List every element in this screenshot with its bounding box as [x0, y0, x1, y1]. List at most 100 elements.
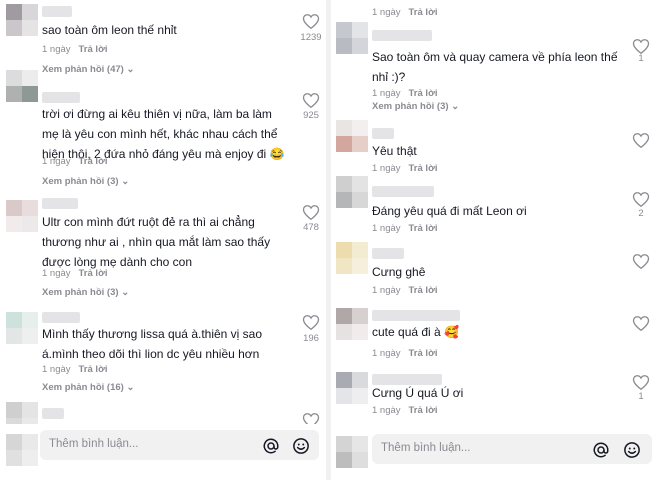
reply-button[interactable]: Trả lời: [409, 163, 438, 174]
comment-text: Ultr con mình đứt ruột đẻ ra thì ai chẳn…: [42, 215, 271, 269]
heart-icon[interactable]: [632, 132, 650, 149]
comment-text: Yêu thật: [372, 144, 417, 158]
chevron-down-icon: ⌄: [121, 176, 130, 187]
comment-time: 1 ngày: [372, 7, 401, 18]
comment-meta: 1 ngày Trả lời: [372, 405, 437, 417]
heart-icon[interactable]: [632, 253, 650, 270]
avatar[interactable]: [336, 242, 368, 274]
emoji-icon[interactable]: [623, 441, 641, 459]
comments-panel-right: 1 ngày Trả lời Sao toàn ôm và quay camera…: [331, 0, 660, 480]
comment-text: Cưng Ú quá Ú ơi: [372, 386, 464, 400]
comments-panel-left: sao toàn ôm leon thế nhỉt 1 ngày Trả lời …: [0, 0, 326, 480]
username[interactable]: [42, 198, 78, 209]
avatar[interactable]: [336, 22, 368, 54]
avatar[interactable]: [6, 70, 38, 102]
comment-meta: 1 ngày Trả lời: [372, 348, 437, 360]
view-replies-button[interactable]: Xem phản hồi (3) ⌄: [42, 176, 129, 188]
comment-time: 1 ngày: [42, 156, 71, 167]
view-replies-button[interactable]: Xem phản hồi (16) ⌄: [42, 382, 134, 394]
like-count: 1: [638, 53, 644, 64]
reply-button[interactable]: Trả lời: [409, 7, 438, 18]
chevron-down-icon: ⌄: [121, 287, 130, 298]
comment-time: 1 ngày: [372, 223, 401, 234]
username[interactable]: [372, 186, 434, 197]
comment-input[interactable]: Thêm bình luận...: [40, 430, 319, 460]
heart-icon[interactable]: [302, 92, 320, 109]
heart-icon[interactable]: [632, 315, 650, 332]
reply-button[interactable]: Trả lời: [79, 156, 108, 167]
username[interactable]: [42, 6, 72, 17]
comment-time: 1 ngày: [42, 44, 71, 55]
like-count: 1239: [300, 32, 322, 43]
comment-time: 1 ngày: [372, 88, 401, 99]
comment-time: 1 ngày: [372, 163, 401, 174]
avatar: [6, 434, 38, 466]
reply-button[interactable]: Trả lời: [409, 285, 438, 296]
comment-meta: 1 ngày Trả lời: [372, 88, 437, 100]
comment-meta: 1 ngày Trả lời: [372, 163, 437, 175]
comment-text: trời ơi đừng ai kêu thiên vị nữa, làm ba…: [42, 107, 285, 161]
comment-text: Mình thấy thương lissa quá à.thiên vị sa…: [42, 327, 263, 361]
comment-meta: 1 ngày Trả lời: [42, 44, 107, 56]
at-icon[interactable]: [262, 437, 280, 455]
username[interactable]: [42, 408, 64, 419]
like-count: 1: [638, 391, 644, 402]
comment-meta: 1 ngày Trả lời: [372, 223, 437, 235]
comment-meta: 1 ngày Trả lời: [42, 364, 107, 376]
username[interactable]: [42, 312, 80, 323]
heart-icon[interactable]: [302, 13, 320, 30]
avatar[interactable]: [6, 4, 38, 36]
reply-button[interactable]: Trả lời: [409, 88, 438, 99]
comment-text: cute quá đi à 🥰: [372, 325, 459, 339]
comment-time: 1 ngày: [42, 268, 71, 279]
chevron-down-icon: ⌄: [126, 64, 135, 75]
reply-button[interactable]: Trả lời: [409, 348, 438, 359]
at-icon[interactable]: [592, 441, 610, 459]
comment-text: Sao toàn ôm và quay camera về phía leon …: [372, 50, 618, 84]
comment-input[interactable]: Thêm bình luận...: [372, 434, 652, 464]
comment-text: sao toàn ôm leon thế nhỉt: [42, 23, 177, 37]
reply-button[interactable]: Trả lời: [409, 223, 438, 234]
heart-icon[interactable]: [632, 374, 650, 391]
like-count: 196: [303, 333, 319, 344]
reply-button[interactable]: Trả lời: [79, 364, 108, 375]
chevron-down-icon: ⌄: [451, 101, 460, 112]
comment-time: 1 ngày: [372, 348, 401, 359]
heart-icon[interactable]: [302, 314, 320, 331]
username[interactable]: [372, 128, 394, 139]
like-count: 925: [303, 110, 319, 121]
avatar[interactable]: [336, 308, 368, 340]
avatar: [336, 436, 368, 468]
comment-time: 1 ngày: [372, 285, 401, 296]
like-count: 2: [638, 208, 644, 219]
chevron-down-icon: ⌄: [126, 382, 135, 393]
username[interactable]: [42, 92, 80, 103]
avatar[interactable]: [6, 312, 38, 344]
reply-button[interactable]: Trả lời: [79, 268, 108, 279]
comment-input-placeholder: Thêm bình luận...: [381, 442, 471, 454]
comment-time: 1 ngày: [372, 405, 401, 416]
username[interactable]: [372, 310, 460, 321]
emoji-icon[interactable]: [292, 437, 310, 455]
avatar[interactable]: [336, 372, 368, 404]
reply-button[interactable]: Trả lời: [409, 405, 438, 416]
comment-meta: 1 ngày Trả lời: [42, 156, 107, 168]
like-count: 478: [303, 222, 319, 233]
avatar[interactable]: [336, 176, 368, 208]
avatar[interactable]: [6, 200, 38, 232]
view-replies-button[interactable]: Xem phản hồi (3) ⌄: [42, 287, 129, 299]
username[interactable]: [372, 30, 432, 41]
comment-input-placeholder: Thêm bình luận...: [49, 438, 139, 450]
comment-text: Cưng ghê: [372, 265, 426, 279]
heart-icon[interactable]: [632, 191, 650, 208]
comment-meta: 1 ngày Trả lời: [42, 268, 107, 280]
view-replies-button[interactable]: Xem phản hồi (47) ⌄: [42, 64, 134, 76]
comment-text: Đáng yêu quá đi mất Leon ơi: [372, 204, 527, 218]
comment-meta: 1 ngày Trả lời: [372, 7, 437, 19]
view-replies-button[interactable]: Xem phản hồi (3) ⌄: [372, 101, 459, 113]
avatar[interactable]: [336, 120, 368, 152]
heart-icon[interactable]: [302, 204, 320, 221]
username[interactable]: [372, 248, 404, 259]
comment-time: 1 ngày: [42, 364, 71, 375]
reply-button[interactable]: Trả lời: [79, 44, 108, 55]
